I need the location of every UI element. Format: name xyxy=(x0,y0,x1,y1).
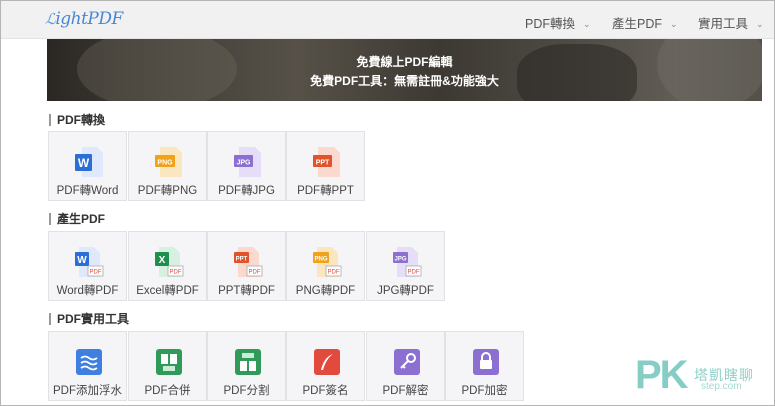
ppt-to-pdf-icon: PPT PDF xyxy=(234,247,263,277)
tool-pdf-to-png[interactable]: PNG PDF轉PNG xyxy=(128,131,207,201)
tool-label: PDF解密 xyxy=(382,385,429,397)
tool-pdf-to-word[interactable]: W PDF轉Word xyxy=(48,131,127,201)
tool-label: PDF轉JPG xyxy=(218,185,275,197)
tool-label: PDF轉PPT xyxy=(297,185,354,197)
nav-label: 實用工具 xyxy=(698,17,749,31)
top-navigation-bar: ℒightPDF PDF轉換 ⌄ 產生PDF ⌄ 實用工具 ⌄ xyxy=(1,1,774,39)
svg-text:PDF: PDF xyxy=(328,270,340,276)
tool-decrypt[interactable]: PDF解密 xyxy=(366,331,445,401)
ppt-icon: PPT xyxy=(313,147,340,177)
tool-label: Excel轉PDF xyxy=(136,285,199,297)
tool-label: JPG轉PDF xyxy=(377,285,434,297)
svg-text:X: X xyxy=(159,255,166,266)
unlock-key-icon xyxy=(394,349,420,375)
tool-excel-to-pdf[interactable]: X PDF Excel轉PDF xyxy=(128,231,207,301)
word-to-pdf-icon: W PDF xyxy=(75,247,104,277)
svg-text:PNG: PNG xyxy=(157,160,173,167)
banner-overlay xyxy=(47,39,762,101)
jpg-to-pdf-icon: JPG PDF xyxy=(393,247,422,277)
svg-text:W: W xyxy=(78,156,90,170)
tool-split[interactable]: PDF分割 xyxy=(207,331,286,401)
png-to-pdf-icon: PNG PDF xyxy=(313,247,342,277)
hero-banner: 免費線上PDF編輯 免費PDF工具：無需註冊&功能強大 xyxy=(47,39,762,101)
nav-label: PDF轉換 xyxy=(525,17,576,31)
lock-icon xyxy=(473,349,499,375)
section-title-create: 產生PDF xyxy=(49,213,105,225)
split-icon xyxy=(235,349,261,375)
svg-text:JPG: JPG xyxy=(394,257,406,263)
word-icon: W xyxy=(75,147,103,177)
chevron-down-icon: ⌄ xyxy=(670,19,678,29)
svg-text:W: W xyxy=(77,255,87,266)
tool-merge[interactable]: PDF合併 xyxy=(128,331,207,401)
watermark-icon xyxy=(76,349,102,375)
tool-label: PNG轉PDF xyxy=(295,285,356,297)
nav-create-pdf[interactable]: 產生PDF ⌄ xyxy=(612,13,678,32)
tool-ppt-to-pdf[interactable]: PPT PDF PPT轉PDF xyxy=(207,231,286,301)
tool-label: PPT轉PDF xyxy=(218,285,275,297)
tool-label: Word轉PDF xyxy=(56,285,119,297)
chevron-down-icon: ⌄ xyxy=(583,19,591,29)
nav-label: 產生PDF xyxy=(612,17,663,31)
lightpdf-logo[interactable]: ℒightPDF xyxy=(45,9,123,29)
svg-text:PDF: PDF xyxy=(90,270,102,276)
watermark-logo: PK xyxy=(635,353,689,397)
tool-label: PDF簽名 xyxy=(302,385,349,397)
bird-logo-icon: ℒ xyxy=(45,10,56,28)
section-title-convert: PDF轉換 xyxy=(49,114,105,126)
svg-text:PPT: PPT xyxy=(236,257,248,263)
tool-label: PDF轉PNG xyxy=(137,185,198,197)
tool-label: PDF添加浮水 xyxy=(53,385,122,397)
tool-encrypt[interactable]: PDF加密 xyxy=(445,331,524,401)
svg-text:PDF: PDF xyxy=(249,270,261,276)
svg-text:PPT: PPT xyxy=(316,160,330,167)
tool-png-to-pdf[interactable]: PNG PDF PNG轉PDF xyxy=(286,231,365,301)
excel-to-pdf-icon: X PDF xyxy=(155,247,184,277)
svg-text:PDF: PDF xyxy=(170,270,182,276)
svg-text:PDF: PDF xyxy=(408,270,420,276)
tool-pdf-to-jpg[interactable]: JPG PDF轉JPG xyxy=(207,131,286,201)
chevron-down-icon: ⌄ xyxy=(756,19,764,29)
svg-text:PNG: PNG xyxy=(314,257,327,263)
png-icon: PNG xyxy=(155,147,182,177)
banner-title: 免費線上PDF編輯 xyxy=(356,55,453,69)
nav-pdf-convert[interactable]: PDF轉換 ⌄ xyxy=(525,13,591,32)
merge-icon xyxy=(156,349,182,375)
tool-pdf-to-ppt[interactable]: PPT PDF轉PPT xyxy=(286,131,365,201)
tool-label: PDF分割 xyxy=(223,385,270,397)
section-title-tools: PDF實用工具 xyxy=(49,313,129,325)
svg-text:JPG: JPG xyxy=(236,160,251,167)
nav-tools[interactable]: 實用工具 ⌄ xyxy=(698,13,764,32)
tool-add-watermark[interactable]: PDF添加浮水 xyxy=(48,331,127,401)
tool-label: PDF加密 xyxy=(461,385,508,397)
tool-signature[interactable]: PDF簽名 xyxy=(286,331,365,401)
tool-jpg-to-pdf[interactable]: JPG PDF JPG轉PDF xyxy=(366,231,445,301)
signature-icon xyxy=(314,349,340,375)
tool-label: PDF轉Word xyxy=(56,185,119,197)
watermark-site: step.com xyxy=(701,381,742,392)
banner-subtitle: 免費PDF工具：無需註冊&功能強大 xyxy=(310,74,499,88)
tool-label: PDF合併 xyxy=(144,385,191,397)
tool-word-to-pdf[interactable]: W PDF Word轉PDF xyxy=(48,231,127,301)
jpg-icon: JPG xyxy=(234,147,261,177)
